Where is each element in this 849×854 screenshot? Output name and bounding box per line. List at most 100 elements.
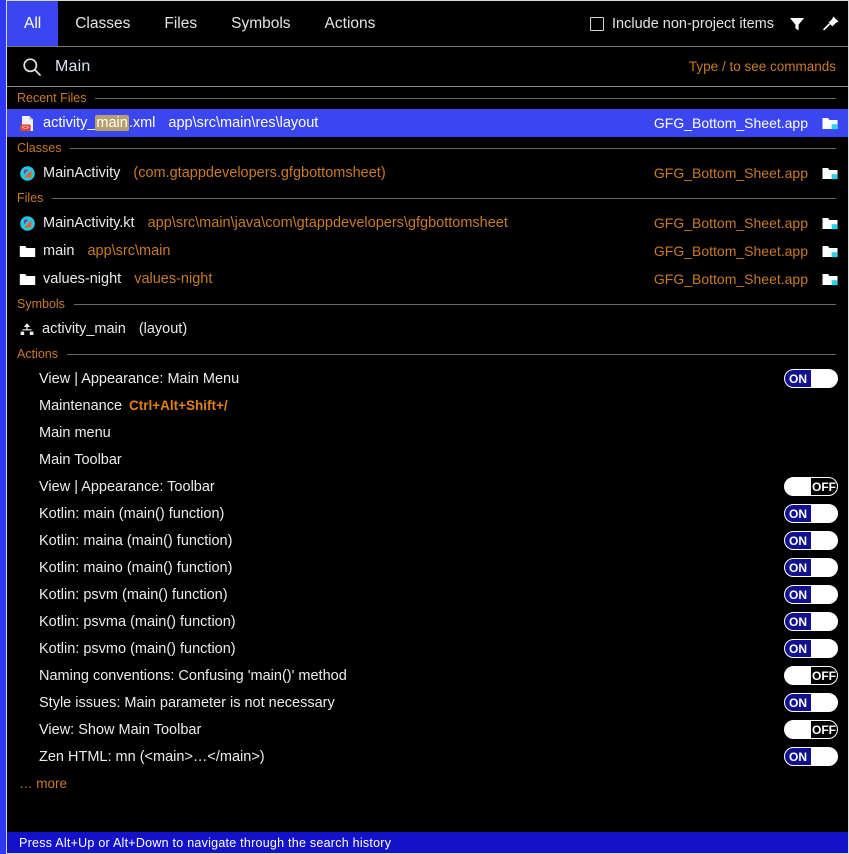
action-toggle[interactable]: ON bbox=[784, 612, 838, 631]
search-input[interactable]: Main bbox=[55, 58, 689, 76]
toggle-knob bbox=[785, 478, 811, 495]
action-label: Maintenance bbox=[39, 397, 123, 414]
section-header-files: Files bbox=[7, 187, 848, 209]
action-row-maintenance[interactable]: Maintenance Ctrl+Alt+Shift+/ bbox=[7, 392, 848, 419]
tab-classes[interactable]: Classes bbox=[58, 1, 147, 46]
action-label: Kotlin: maino (main() function) bbox=[39, 559, 233, 576]
action-label: View: Show Main Toolbar bbox=[39, 721, 202, 738]
action-row-kotlin-main[interactable]: Kotlin: main (main() function) ON bbox=[7, 500, 848, 527]
toggle-on-label: ON bbox=[785, 613, 811, 630]
action-toggle[interactable]: ON bbox=[784, 531, 838, 550]
result-module: GFG_Bottom_Sheet.app bbox=[653, 243, 808, 259]
action-label: Kotlin: psvmo (main() function) bbox=[39, 640, 236, 657]
toggle-on-label: ON bbox=[785, 640, 811, 657]
checkbox-box-icon[interactable] bbox=[590, 16, 604, 31]
section-title: Classes bbox=[17, 141, 62, 155]
action-row-naming-conventions[interactable]: Naming conventions: Confusing 'main()' m… bbox=[7, 662, 848, 689]
action-toggle[interactable]: ON bbox=[784, 369, 838, 388]
action-row-kotlin-psvma[interactable]: Kotlin: psvma (main() function) ON bbox=[7, 608, 848, 635]
toggle-off-label: OFF bbox=[811, 721, 837, 738]
action-label: Naming conventions: Confusing 'main()' m… bbox=[39, 667, 347, 684]
result-module: GFG_Bottom_Sheet.app bbox=[653, 215, 808, 231]
section-header-classes: Classes bbox=[7, 137, 848, 159]
action-row-kotlin-psvmo[interactable]: Kotlin: psvmo (main() function) ON bbox=[7, 635, 848, 662]
toggle-on-label: ON bbox=[785, 532, 811, 549]
include-non-project-items-label: Include non-project items bbox=[612, 15, 774, 32]
result-row-mainactivity-kt[interactable]: MainActivity.kt app\src\main\java\com\gt… bbox=[7, 209, 848, 237]
result-module: GFG_Bottom_Sheet.app bbox=[653, 271, 808, 287]
filter-button[interactable] bbox=[780, 7, 814, 41]
status-bar: Press Alt+Up or Alt+Down to navigate thr… bbox=[7, 832, 848, 853]
toggle-knob bbox=[811, 370, 837, 387]
action-row-view-appearance-main-menu[interactable]: View | Appearance: Main Menu ON bbox=[7, 365, 848, 392]
search-bar[interactable]: Main Type / to see commands bbox=[7, 47, 848, 87]
action-row-kotlin-maina[interactable]: Kotlin: maina (main() function) ON bbox=[7, 527, 848, 554]
action-toggle[interactable]: ON bbox=[784, 504, 838, 523]
status-bar-text: Press Alt+Up or Alt+Down to navigate thr… bbox=[19, 835, 392, 850]
action-toggle[interactable]: OFF bbox=[784, 720, 838, 739]
result-name-before: activity_ bbox=[43, 115, 96, 131]
action-label: View | Appearance: Main Menu bbox=[39, 370, 240, 387]
section-header-recent-files: Recent Files bbox=[7, 87, 848, 109]
action-row-kotlin-maino[interactable]: Kotlin: maino (main() function) ON bbox=[7, 554, 848, 581]
action-toggle[interactable]: ON bbox=[784, 747, 838, 766]
pin-icon bbox=[823, 15, 839, 31]
action-row-style-issues[interactable]: Style issues: Main parameter is not nece… bbox=[7, 689, 848, 716]
pin-button[interactable] bbox=[814, 7, 848, 41]
filter-funnel-icon bbox=[790, 17, 804, 30]
action-label: Main menu bbox=[39, 424, 111, 441]
result-path: values-night bbox=[134, 271, 213, 287]
result-row-values-night-folder[interactable]: values-night values-night GFG_Bottom_She… bbox=[7, 265, 848, 293]
toggle-knob bbox=[785, 721, 811, 738]
toggle-knob bbox=[811, 748, 837, 765]
toggle-on-label: ON bbox=[785, 505, 811, 522]
result-row-mainactivity-class[interactable]: MainActivity (com.gtappdevelopers.gfgbot… bbox=[7, 159, 848, 187]
results-list[interactable]: Recent Files <> activity_main.xml app\sr… bbox=[7, 87, 848, 832]
search-everywhere-popup: All Classes Files Symbols Actions Includ… bbox=[0, 0, 849, 854]
tab-bar-spacer bbox=[392, 1, 590, 46]
tab-files-label: Files bbox=[164, 14, 198, 32]
action-row-kotlin-psvm[interactable]: Kotlin: psvm (main() function) ON bbox=[7, 581, 848, 608]
result-name-match: main bbox=[95, 115, 129, 131]
folder-icon bbox=[19, 272, 36, 287]
tab-bar: All Classes Files Symbols Actions Includ… bbox=[7, 1, 848, 47]
svg-text:<>: <> bbox=[22, 124, 30, 131]
search-icon bbox=[23, 57, 41, 76]
action-row-main-menu[interactable]: Main menu bbox=[7, 419, 848, 446]
action-toggle[interactable]: ON bbox=[784, 639, 838, 658]
result-row-activity-main-xml[interactable]: <> activity_main.xml app\src\main\res\la… bbox=[7, 109, 848, 137]
tab-actions[interactable]: Actions bbox=[308, 1, 393, 46]
include-non-project-items-checkbox[interactable]: Include non-project items bbox=[590, 1, 780, 46]
action-toggle[interactable]: OFF bbox=[784, 477, 838, 496]
action-row-view-appearance-toolbar[interactable]: View | Appearance: Toolbar OFF bbox=[7, 473, 848, 500]
result-package: (com.gtappdevelopers.gfgbottomsheet) bbox=[133, 165, 386, 181]
result-module: GFG_Bottom_Sheet.app bbox=[653, 115, 808, 131]
action-row-main-toolbar[interactable]: Main Toolbar bbox=[7, 446, 848, 473]
toggle-off-label: OFF bbox=[811, 667, 837, 684]
more-results-link[interactable]: … more bbox=[7, 770, 848, 796]
toggle-knob bbox=[811, 613, 837, 630]
result-row-activity-main-layout[interactable]: activity_main (layout) bbox=[7, 315, 848, 343]
result-name: MainActivity.kt bbox=[43, 215, 135, 231]
action-toggle[interactable]: ON bbox=[784, 558, 838, 577]
action-row-zen-html-mn[interactable]: Zen HTML: mn (<main>…</main>) ON bbox=[7, 743, 848, 770]
module-icon bbox=[822, 216, 838, 231]
result-row-main-folder[interactable]: main app\src\main GFG_Bottom_Sheet.app bbox=[7, 237, 848, 265]
action-toggle[interactable]: ON bbox=[784, 585, 838, 604]
tab-files[interactable]: Files bbox=[147, 1, 214, 46]
result-module: GFG_Bottom_Sheet.app bbox=[653, 165, 808, 181]
toggle-off-label: OFF bbox=[811, 478, 837, 495]
action-toggle[interactable]: OFF bbox=[784, 666, 838, 685]
toggle-knob bbox=[811, 505, 837, 522]
action-row-view-show-main-toolbar[interactable]: View: Show Main Toolbar OFF bbox=[7, 716, 848, 743]
toggle-knob bbox=[811, 694, 837, 711]
toggle-knob bbox=[811, 586, 837, 603]
action-toggle[interactable]: ON bbox=[784, 693, 838, 712]
action-shortcut: Ctrl+Alt+Shift+/ bbox=[129, 398, 228, 413]
kotlin-class-icon bbox=[19, 165, 36, 182]
section-rule bbox=[95, 97, 836, 99]
tab-symbols[interactable]: Symbols bbox=[214, 1, 307, 46]
section-rule bbox=[73, 303, 836, 305]
tab-all[interactable]: All bbox=[7, 1, 59, 46]
tab-actions-label: Actions bbox=[324, 14, 376, 32]
